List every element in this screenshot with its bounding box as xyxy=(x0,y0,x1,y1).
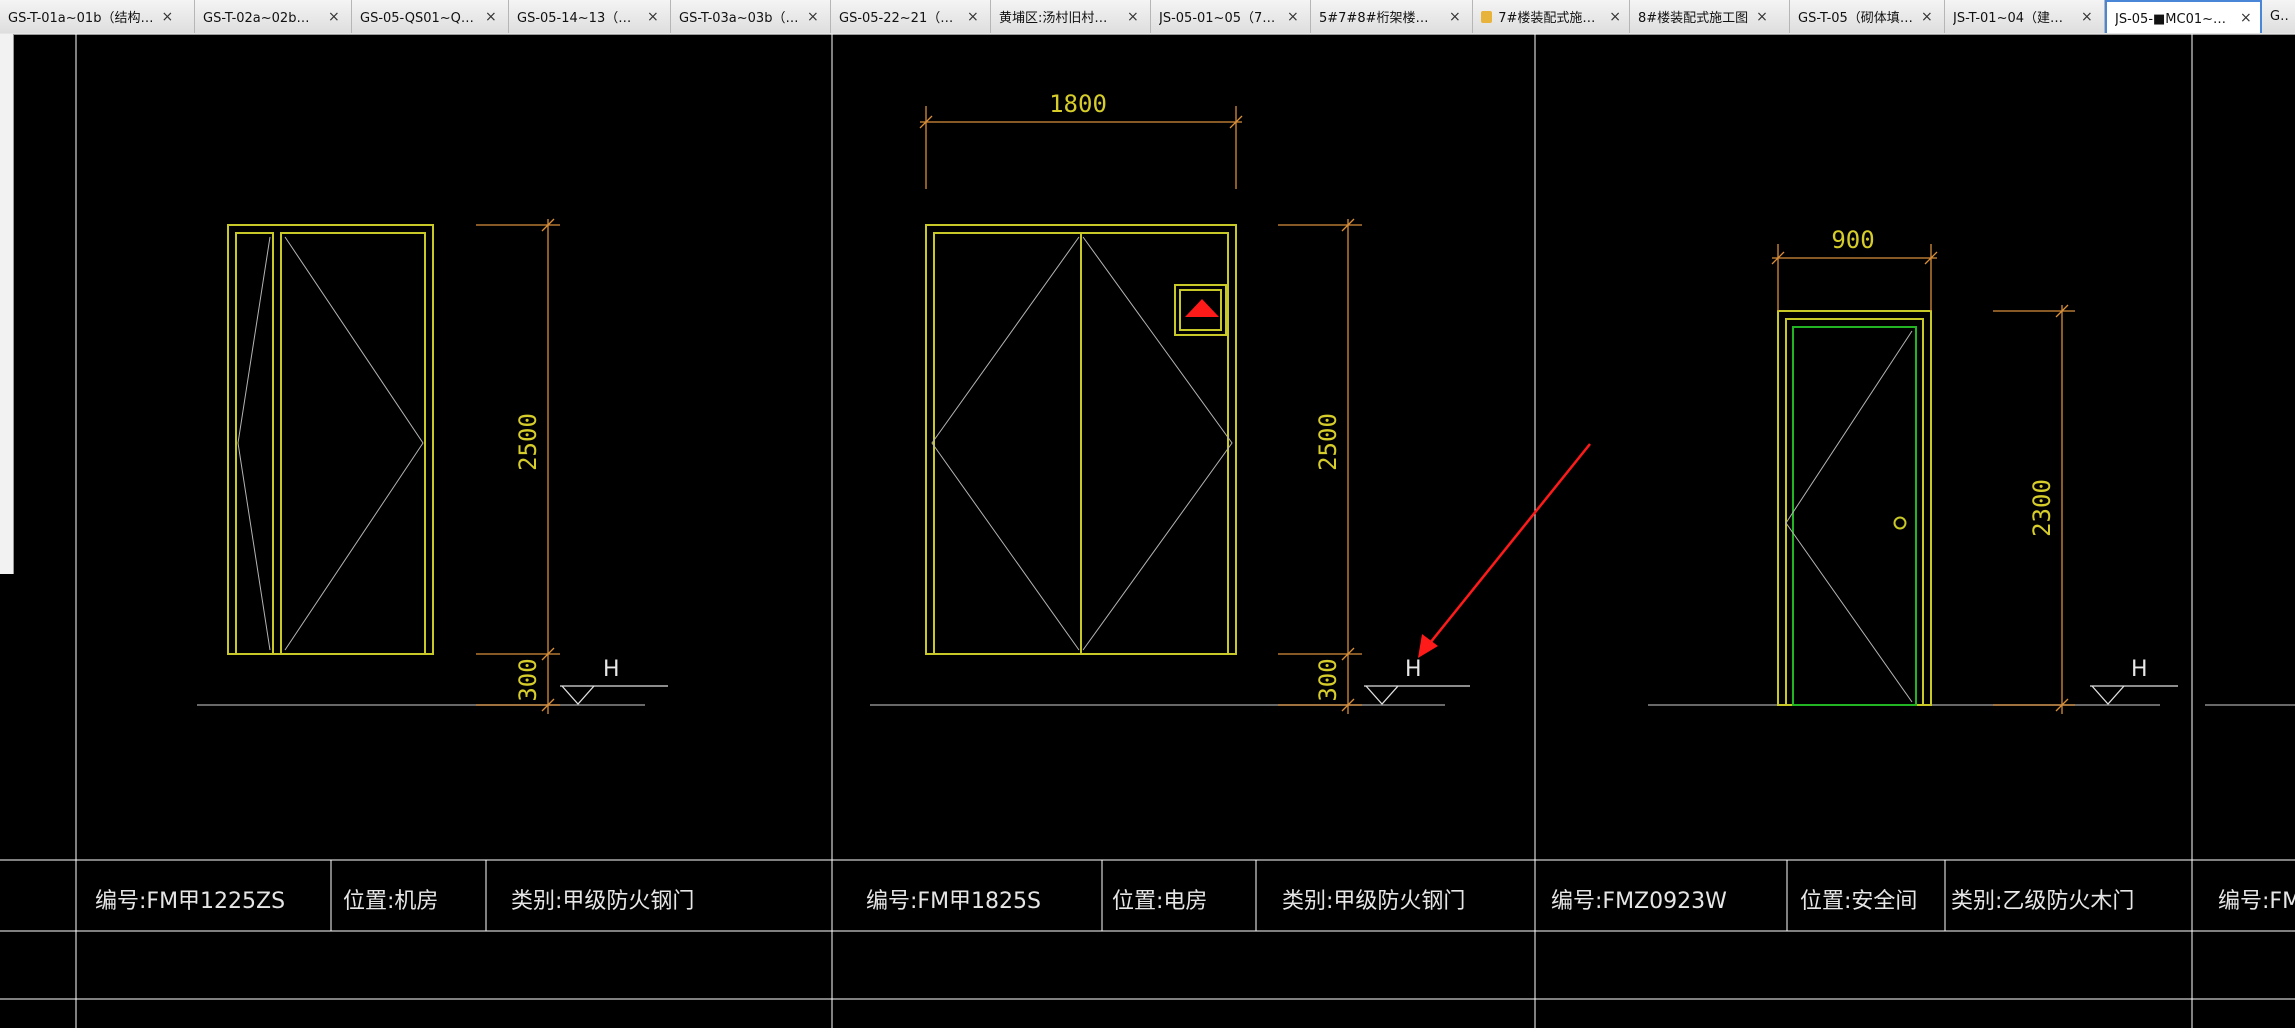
door-1-height-dim: 2500 xyxy=(514,413,542,471)
door-2-level-marker-icon xyxy=(1364,685,1470,705)
door-handle-icon xyxy=(1893,516,1907,530)
close-icon[interactable]: × xyxy=(2081,9,2093,25)
document-tab[interactable]: GS-T-01a~01b（结构… × xyxy=(0,0,195,33)
door-2-level-label: H xyxy=(1405,657,1422,682)
tab-label: 黄埔区:汤村旧村改造… xyxy=(999,11,1119,26)
cad-drawing-canvas[interactable]: 2500 300 H 1800 2500 300 H 900 2300 H 编号… xyxy=(0,34,2295,1028)
document-tab[interactable]: GS-T-05（砌体填充墙… × xyxy=(1790,0,1945,33)
tab-label: JS-T-01~04（建筑施… xyxy=(1953,11,2073,26)
close-icon[interactable]: × xyxy=(967,9,979,25)
fire-exit-sign-icon xyxy=(1185,299,1219,317)
document-tab[interactable]: 黄埔区:汤村旧村改造… × xyxy=(991,0,1151,33)
door-2-category: 类别:甲级防火钢门 xyxy=(1282,889,1465,914)
document-tab[interactable]: GS-T-02a~02b（混凝… × xyxy=(195,0,352,33)
door-3-location: 位置:安全间 xyxy=(1800,889,1917,914)
door-2-location: 位置:电房 xyxy=(1112,889,1207,914)
door-1-frame xyxy=(227,224,434,655)
close-icon[interactable]: × xyxy=(161,9,173,25)
document-tab[interactable]: GS-05-× xyxy=(2262,0,2295,33)
door-2-code: 编号:FM甲1825S xyxy=(866,889,1041,914)
tab-label: JS-05-■MC01~■MC02（7#… xyxy=(2115,12,2232,27)
document-tab[interactable]: GS-05-14~13（7#8#楼… × xyxy=(509,0,671,33)
door-fm1825s: 1800 2500 300 H xyxy=(919,90,1470,714)
red-arrow-annotation xyxy=(1418,443,1591,658)
tab-label: GS-T-03a~03b（混凝… xyxy=(679,11,799,26)
tab-label: GS-05- xyxy=(2270,9,2290,24)
door-3-width-dim: 900 xyxy=(1831,226,1874,254)
document-tab[interactable]: 5#7#8#桁架楼承板采… × xyxy=(1311,0,1473,33)
document-tab[interactable]: GS-05-QS01~QS11（墙… × xyxy=(352,0,509,33)
door-3-level-label: H xyxy=(2131,657,2148,682)
tab-label: JS-05-01~05（7#、8#… xyxy=(1159,11,1279,26)
door-2-width-dimension xyxy=(919,106,1243,189)
door-1-code: 编号:FM甲1225ZS xyxy=(95,889,285,914)
document-tab[interactable]: JS-T-01~04（建筑施… × xyxy=(1945,0,2105,33)
door-2-sill-dim: 300 xyxy=(1314,658,1342,701)
door-1-sill-dim: 300 xyxy=(514,658,542,701)
document-tab[interactable]: JS-05-01~05（7#、8#… × xyxy=(1151,0,1311,33)
door-fmz0923w: 900 2300 H xyxy=(1771,226,2178,714)
close-icon[interactable]: × xyxy=(1609,9,1621,25)
tab-label: GS-T-02a~02b（混凝… xyxy=(203,11,320,26)
close-icon[interactable]: × xyxy=(1921,9,1933,25)
close-icon[interactable]: × xyxy=(807,9,819,25)
tab-label: 8#楼装配式施工图 xyxy=(1638,11,1749,26)
tab-label: GS-T-01a~01b（结构… xyxy=(8,11,154,26)
door-3-level-marker-icon xyxy=(2090,685,2178,705)
close-icon[interactable]: × xyxy=(647,9,659,25)
tab-label: GS-05-22~21（7#8#楼… xyxy=(839,11,959,26)
door-3-swing-lines xyxy=(1785,330,1913,703)
door-1-category: 类别:甲级防火钢门 xyxy=(511,889,694,914)
document-tab[interactable]: 8#楼装配式施工图 × xyxy=(1630,0,1790,33)
door-2-height-dim: 2500 xyxy=(1314,413,1342,471)
document-tab-bar: GS-T-01a~01b（结构…×GS-T-02a~02b（混凝…×GS-05-… xyxy=(0,0,2295,35)
door-3-leaf xyxy=(1792,326,1917,706)
door-3-frame xyxy=(1777,310,1932,706)
door-1-swing-lines xyxy=(237,236,424,651)
door-1-location: 位置:机房 xyxy=(343,889,438,914)
tab-label: GS-05-QS01~QS11（墙… xyxy=(360,11,477,26)
door-3-code: 编号:FMZ0923W xyxy=(1551,889,1727,914)
door-1-level-marker-icon xyxy=(560,685,668,705)
close-icon[interactable]: × xyxy=(1449,9,1461,25)
close-icon[interactable]: × xyxy=(1287,9,1299,25)
tab-label: GS-05-14~13（7#8#楼… xyxy=(517,11,639,26)
tab-label: 5#7#8#桁架楼承板采… xyxy=(1319,11,1441,26)
document-tab[interactable]: JS-05-■MC01~■MC02（7#… × xyxy=(2105,0,2262,33)
door-1-level-label: H xyxy=(603,657,620,682)
close-icon[interactable]: × xyxy=(1127,9,1139,25)
door-fm1225zs: 2500 300 H xyxy=(227,218,668,714)
close-icon[interactable]: × xyxy=(328,9,340,25)
drawing-grid xyxy=(0,34,2295,1028)
tab-label: 7#楼装配式施工图 xyxy=(1498,11,1602,26)
document-tab[interactable]: GS-05-22~21（7#8#楼… × xyxy=(831,0,991,33)
door-3-height-dim: 2300 xyxy=(2028,479,2056,537)
lock-icon xyxy=(1481,10,1493,23)
door-2-frame xyxy=(925,224,1237,655)
document-tab[interactable]: 7#楼装配式施工图 × xyxy=(1473,0,1630,33)
close-icon[interactable]: × xyxy=(1756,9,1768,25)
door-4-code: 编号:FMZ1 xyxy=(2218,889,2295,914)
close-icon[interactable]: × xyxy=(485,9,497,25)
tab-label: GS-T-05（砌体填充墙… xyxy=(1798,11,1913,26)
document-tab[interactable]: GS-T-03a~03b（混凝… × xyxy=(671,0,831,33)
close-icon[interactable]: × xyxy=(2240,10,2252,26)
door-2-width-dim: 1800 xyxy=(1049,90,1107,118)
door-3-category: 类别:乙级防火木门 xyxy=(1951,889,2134,914)
door-schedule-table: 编号:FM甲1225ZS 位置:机房 类别:甲级防火钢门 编号:FM甲1825S… xyxy=(95,889,2295,914)
door-3-width-dimension xyxy=(1771,244,1938,311)
